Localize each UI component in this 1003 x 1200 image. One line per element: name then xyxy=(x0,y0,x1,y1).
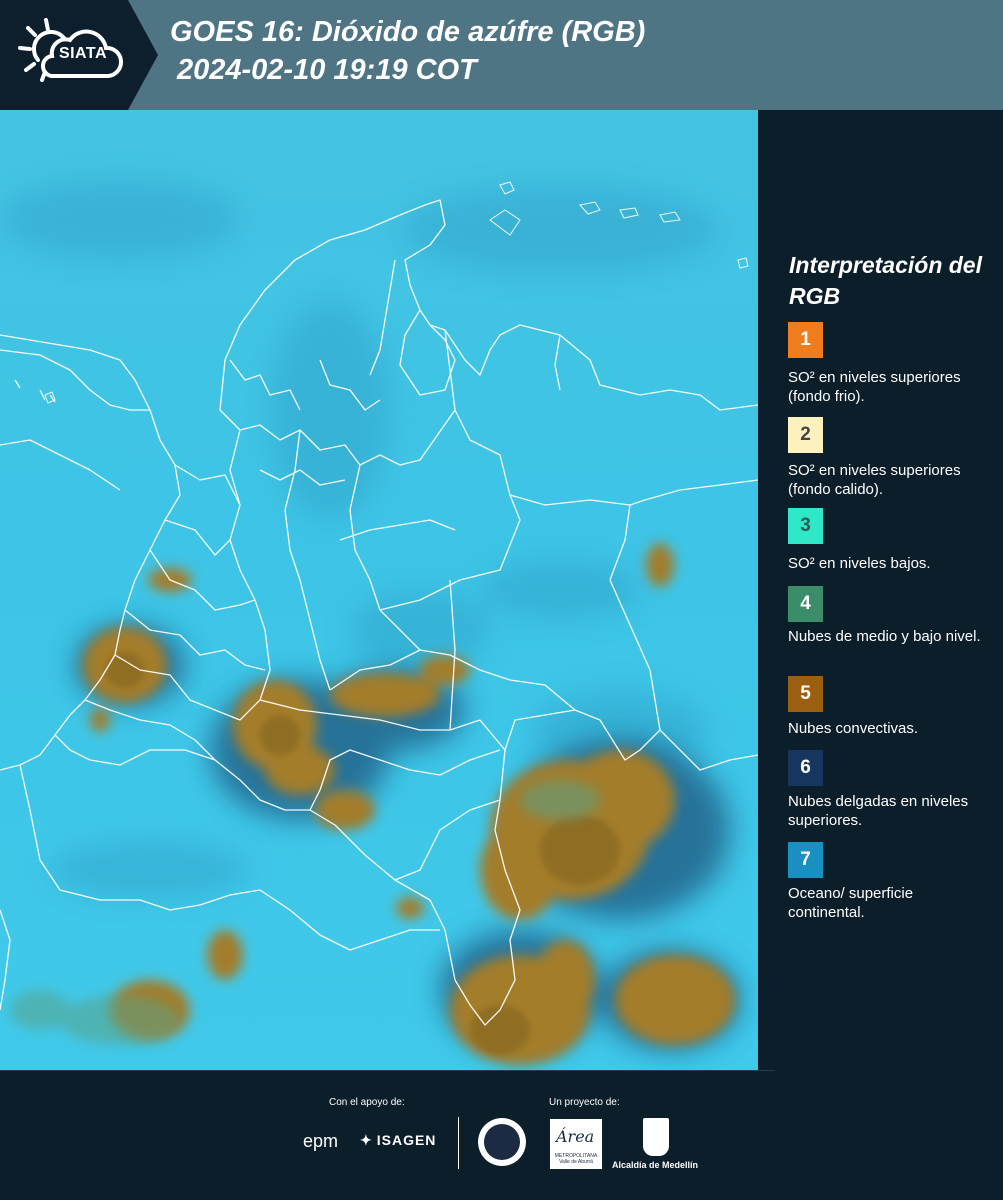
support-label: Con el apoyo de: xyxy=(329,1097,405,1108)
footer-vertical-divider xyxy=(458,1117,459,1169)
legend-swatch-5: 5 xyxy=(788,676,823,712)
legend-swatch-6: 6 xyxy=(788,750,823,786)
legend-swatch-2: 2 xyxy=(788,417,823,453)
area-logo-sub: METROPOLITANA Valle de Aburrá xyxy=(554,1153,598,1165)
legend-swatch-4: 4 xyxy=(788,586,823,622)
epm-logo: epm xyxy=(303,1131,339,1151)
seal-inner xyxy=(484,1124,520,1160)
project-label: Un proyecto de: xyxy=(549,1097,620,1108)
isagen-logo: ✦ ISAGEN xyxy=(360,1132,436,1149)
header-bar: SIATA GOES 16: Dióxido de azúfre (RGB) 2… xyxy=(0,0,1003,110)
legend-label-5: Nubes convectivas. xyxy=(788,720,919,737)
legend-label-3: SO² en niveles bajos. xyxy=(788,555,931,572)
timestamp: 2024-02-10 19:19 COT xyxy=(177,54,477,86)
legend-swatch-1: 1 xyxy=(788,322,823,358)
legend-swatch-3: 3 xyxy=(788,508,823,544)
area-metropolitana-logo: Área METROPOLITANA Valle de Aburrá xyxy=(550,1119,602,1169)
alcaldia-shield-icon xyxy=(643,1118,669,1156)
satellite-image xyxy=(0,110,758,1070)
page-title: GOES 16: Dióxido de azúfre (RGB) xyxy=(170,16,646,48)
alcaldia-label: Alcaldía de Medellín xyxy=(612,1160,699,1170)
isagen-label: ISAGEN xyxy=(376,1132,437,1148)
legend-panel: Interpretación del RGB 1 SO² en niveles … xyxy=(758,110,1003,1070)
area-logo-word: Área xyxy=(556,1127,595,1146)
satellite-map xyxy=(0,110,758,1070)
footer-divider xyxy=(0,1070,775,1071)
footer: Con el apoyo de: Un proyecto de: epm ✦ IS… xyxy=(0,1070,1003,1200)
siata-logo-text: SIATA xyxy=(58,45,108,62)
isagen-icon: ✦ xyxy=(360,1132,373,1148)
legend-label-6: Nubes delgadas en niveles superiores. xyxy=(788,793,969,829)
legend-title: Interpretación del RGB xyxy=(789,252,982,309)
siata-logo: SIATA xyxy=(0,0,158,110)
legend-label-1: SO² en niveles superiores (fondo frio). xyxy=(788,369,961,405)
legend-swatch-7: 7 xyxy=(788,842,823,878)
legend-label-2: SO² en niveles superiores (fondo calido)… xyxy=(788,462,961,498)
legend-label-4: Nubes de medio y bajo nivel. xyxy=(788,628,981,645)
medellin-seal-icon xyxy=(478,1118,526,1166)
legend-label-7: Oceano/ superficie continental. xyxy=(788,885,914,921)
